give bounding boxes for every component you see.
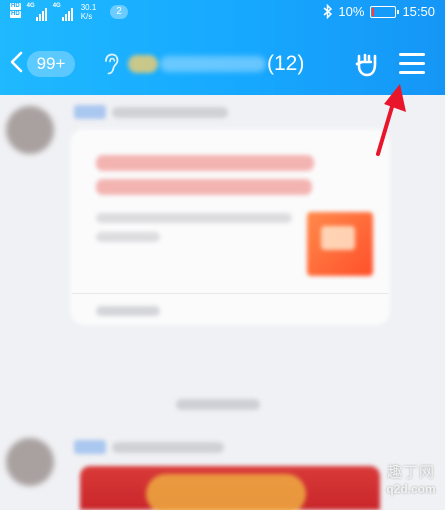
red-envelope-title-blurred [146, 474, 306, 510]
network-speed-unit: K/s [80, 12, 93, 21]
ear-icon[interactable] [103, 53, 119, 75]
chat-message-list[interactable] [0, 95, 445, 510]
status-bar: HD HD 4G 4G 30.1 K/s 2 10% 15:50 [0, 0, 445, 26]
signal-sim1: 4G [27, 3, 47, 21]
member-role-tag [74, 440, 106, 454]
clock: 15:50 [402, 4, 435, 19]
battery-icon [370, 5, 400, 18]
annotation-arrow-icon [376, 84, 406, 156]
network-speed-value: 30.1 [80, 3, 97, 12]
chat-nav-bar: 99+ (12) [0, 40, 445, 88]
group-avatar [128, 55, 158, 73]
network-type-label: 4G [52, 3, 61, 9]
unread-count-button[interactable]: 99+ [27, 51, 75, 77]
signal-bars-icon [61, 7, 73, 21]
status-right-group: 10% 15:50 [323, 4, 435, 19]
signal-sim2: 4G [53, 3, 73, 21]
rock-hand-icon[interactable] [353, 50, 381, 78]
card-desc-line-2 [96, 232, 160, 242]
hd-tag-top: HD [10, 3, 21, 10]
battery-percent: 10% [338, 4, 365, 19]
member-count[interactable]: (12) [267, 51, 304, 77]
card-title-line-1 [96, 155, 314, 171]
hd-badges: HD HD [10, 3, 21, 18]
card-divider [72, 293, 388, 294]
status-left-group: HD HD 4G 4G 30.1 K/s 2 [10, 3, 128, 21]
app-header: HD HD 4G 4G 30.1 K/s 2 10% 15:50 99+ (12… [0, 0, 445, 95]
network-type-label: 4G [26, 3, 35, 9]
sender-avatar[interactable] [6, 438, 54, 486]
hd-tag-bottom: HD [10, 11, 21, 18]
sender-avatar[interactable] [6, 106, 54, 154]
card-desc-line-1 [96, 213, 292, 223]
notification-badge: 2 [110, 5, 128, 19]
sender-name-blurred [112, 107, 228, 118]
bluetooth-icon [323, 4, 333, 19]
message-timestamp-blurred [176, 399, 260, 410]
network-speed: 30.1 K/s [81, 3, 97, 21]
site-watermark: 趣丁网 q2d.com [380, 462, 442, 496]
red-envelope-message[interactable] [80, 466, 380, 510]
watermark-site-name: 趣丁网 [386, 463, 435, 481]
hamburger-menu-icon[interactable] [399, 53, 425, 75]
member-role-tag [74, 105, 106, 119]
chevron-left-icon[interactable] [8, 51, 24, 73]
watermark-site-url: q2d.com [386, 482, 436, 496]
sender-name-blurred [112, 442, 224, 453]
battery-level-fill [372, 7, 375, 16]
group-name-blurred[interactable] [160, 56, 266, 72]
card-title-line-2 [96, 179, 312, 195]
signal-bars-icon [35, 7, 47, 21]
card-thumbnail-image [307, 212, 373, 276]
card-source-label [96, 306, 160, 316]
